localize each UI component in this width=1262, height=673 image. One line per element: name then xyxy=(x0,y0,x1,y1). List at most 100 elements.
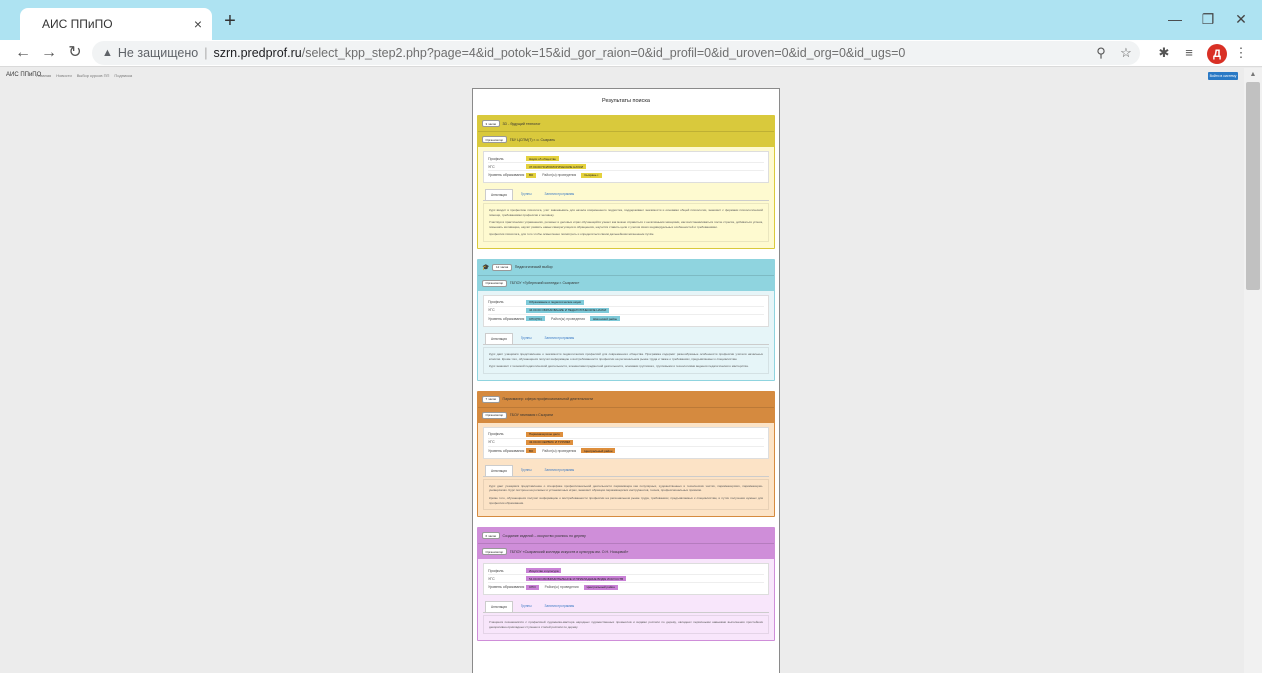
ugs-row: УГС 37.00.00 ПСИХОЛОГИЧЕСКИЕ НАУКИ xyxy=(488,163,764,171)
reload-icon[interactable]: ↻ xyxy=(64,43,86,65)
annotation-panel: Курс даёт учащимся представление о значи… xyxy=(483,346,769,374)
level-label: Уровень образования xyxy=(488,173,525,177)
extensions-icon[interactable]: ✱ xyxy=(1155,44,1173,62)
playlist-icon[interactable]: ≡ xyxy=(1180,44,1198,62)
annotation-text: Участвуя в практических упражнениях, рол… xyxy=(489,220,763,229)
graduation-cap-icon: 🎓 xyxy=(482,264,490,271)
tab-title: АИС ППиПО xyxy=(42,17,113,31)
annotation-panel: Курс вводит в профессию психолога, учит … xyxy=(483,203,769,242)
profile-value: Науки об обществе xyxy=(526,156,559,161)
course-header: 6 часов Создание изделий – искусство росп… xyxy=(478,528,774,544)
close-window-icon[interactable]: ✕ xyxy=(1229,8,1253,30)
level-row: Уровень образования ВО Район(ы) проведения… xyxy=(488,447,764,455)
tab-groups[interactable]: Группы xyxy=(516,601,537,612)
nav-item-news[interactable]: Новости xyxy=(56,73,71,78)
profile-row: Профиль Искусство и культура xyxy=(488,567,764,576)
menu-icon[interactable]: ⋮ xyxy=(1232,44,1250,62)
maximize-icon[interactable]: ❐ xyxy=(1196,8,1220,30)
login-button[interactable]: Войти в систему xyxy=(1208,72,1238,80)
annotation-text: Учащиеся познакомятся с профессией худож… xyxy=(489,620,763,629)
organizer-row: Организатор ГБОУ гимназия г.Сызрани xyxy=(478,406,774,423)
profile-row: Профиль Науки об обществе xyxy=(488,155,764,163)
scrollbar-thumb[interactable] xyxy=(1246,82,1260,290)
nav-item-subscribe[interactable]: Подписка xyxy=(114,73,132,78)
level-value: ВО xyxy=(526,448,537,454)
result-card: 3 часов 3D - будущий технолог Организатор Г… xyxy=(477,115,775,249)
organizer-badge: Организатор xyxy=(482,279,507,287)
profile-value: Искусство и культура xyxy=(526,568,562,574)
profile-label: Профиль xyxy=(488,568,504,573)
result-card: 6 часов Создание изделий – искусство росп… xyxy=(477,527,775,642)
course-info: Профиль Парикмахерское дело УГС 43.00.00 СЕ… xyxy=(483,426,769,459)
course-title[interactable]: Педагогический выбор xyxy=(515,265,553,269)
tab-lessons[interactable]: Занятия программы xyxy=(540,465,580,476)
annotation-text: Курс знакомит с техникой педагогической … xyxy=(489,364,749,369)
tab-groups[interactable]: Группы xyxy=(516,189,537,200)
address-bar[interactable]: ▲ Не защищено | szrn.predprof.ru/select_… xyxy=(92,41,1140,65)
tab-lessons[interactable]: Занятия программы xyxy=(540,601,580,612)
scroll-up-icon[interactable]: ▲ xyxy=(1246,71,1260,81)
tab-groups[interactable]: Группы xyxy=(516,333,537,344)
hours-badge: 6 часов xyxy=(482,532,500,540)
course-tabs: Аннотация Группы Занятия программы xyxy=(483,332,769,345)
address-path: /select_kpp_step2.php?page=4&id_potok=15… xyxy=(301,46,906,60)
course-title[interactable]: Парикмахер: сфера профессиональной деяте… xyxy=(503,397,594,401)
place-label: Район(ы) проведения xyxy=(550,316,585,321)
course-body: Профиль Науки об обществе УГС 37.00.00 ПСИХ… xyxy=(478,147,774,248)
nav-item-courses[interactable]: Выбор курсов ПП xyxy=(77,73,110,78)
annotation-text: Курс вводит в профессию психолога, учит … xyxy=(489,208,763,217)
organizer-name: ГБПОУ «Сызранский колледж искусств и кул… xyxy=(509,549,629,554)
star-icon[interactable]: ☆ xyxy=(1117,44,1135,62)
browser-tab[interactable]: АИС ППиПО × xyxy=(20,8,212,40)
course-header: 3 часов 3D - будущий технолог xyxy=(478,116,774,131)
course-title[interactable]: Создание изделий – искусство роспись по … xyxy=(503,534,586,538)
hours-badge: 7 часов xyxy=(482,395,500,403)
tab-groups[interactable]: Группы xyxy=(516,465,537,476)
profile-label: Профиль xyxy=(488,156,504,161)
profile-row: Профиль Образование и педагогические наук… xyxy=(488,299,764,307)
nav-item-home[interactable]: Главная xyxy=(36,73,51,78)
course-info: Профиль Науки об обществе УГС 37.00.00 ПСИХ… xyxy=(483,151,769,183)
tab-annotation[interactable]: Аннотация xyxy=(485,464,513,476)
hours-badge: 3 часов xyxy=(482,120,500,127)
zoom-icon[interactable]: ⚲ xyxy=(1092,44,1110,62)
annotation-panel: Курс дает учащимся представление о специ… xyxy=(483,478,769,511)
tab-lessons[interactable]: Занятия программы xyxy=(540,189,580,200)
annotation-text: Курс дает учащимся представление о специ… xyxy=(489,483,763,493)
level-row: Уровень образования СПО Район(ы) проведени… xyxy=(488,583,764,591)
organizer-badge: Организатор xyxy=(482,136,507,143)
back-arrow-icon[interactable]: ← xyxy=(12,43,34,65)
tab-annotation[interactable]: Аннотация xyxy=(485,332,513,344)
close-tab-icon[interactable]: × xyxy=(194,16,202,32)
avatar[interactable]: Д xyxy=(1207,44,1227,64)
address-host: szrn.predprof.ru xyxy=(213,46,302,60)
address-separator: | xyxy=(204,46,208,60)
course-info: Профиль Образование и педагогические наук… xyxy=(483,294,769,327)
ugs-label: УГС xyxy=(488,576,495,581)
profile-label: Профиль xyxy=(488,432,504,437)
ugs-row: УГС 44.00.00 ОБРАЗОВАНИЕ И ПЕДАГОГИЧЕСКИЕ… xyxy=(488,307,764,315)
ugs-value: 54.00.00 ИЗОБРАЗИТЕЛЬНОЕ И ПРИКЛАДНЫЕ ВИ… xyxy=(526,576,627,582)
address-warning: Не защищено xyxy=(117,46,199,60)
new-tab-button[interactable]: + xyxy=(218,10,242,34)
forward-arrow-icon[interactable]: → xyxy=(38,43,60,65)
organizer-badge: Организатор xyxy=(482,411,507,419)
ugs-value: 43.00.00 СЕРВИС И ТУРИЗМ xyxy=(526,439,574,445)
level-value: СПО xyxy=(526,584,539,590)
tab-annotation[interactable]: Аннотация xyxy=(485,189,513,200)
organizer-row: Организатор ГБПОУ «Сызранский колледж иск… xyxy=(478,543,774,560)
tab-annotation[interactable]: Аннотация xyxy=(485,601,513,613)
annotation-text: Кроме того, обучающиеся получат информац… xyxy=(489,495,763,505)
ugs-label: УГС xyxy=(488,164,495,169)
results-list: 3 часов 3D - будущий технолог Организатор Г… xyxy=(473,115,779,642)
minimize-icon[interactable]: — xyxy=(1163,8,1187,30)
course-title[interactable]: 3D - будущий технолог xyxy=(503,122,541,126)
annotation-text: Курс даёт учащимся представление о значи… xyxy=(489,351,763,361)
warning-icon[interactable]: ▲ xyxy=(102,47,113,59)
tab-lessons[interactable]: Занятия программы xyxy=(540,333,580,344)
organizer-row: Организатор ГБПОУ «Губернский колледж г. … xyxy=(478,274,774,291)
place-value: Шигонский район xyxy=(589,316,621,322)
place-value: Сызрань г. xyxy=(581,172,602,178)
course-tabs: Аннотация Группы Занятия программы xyxy=(483,601,769,614)
ugs-row: УГС 43.00.00 СЕРВИС И ТУРИЗМ xyxy=(488,439,764,447)
